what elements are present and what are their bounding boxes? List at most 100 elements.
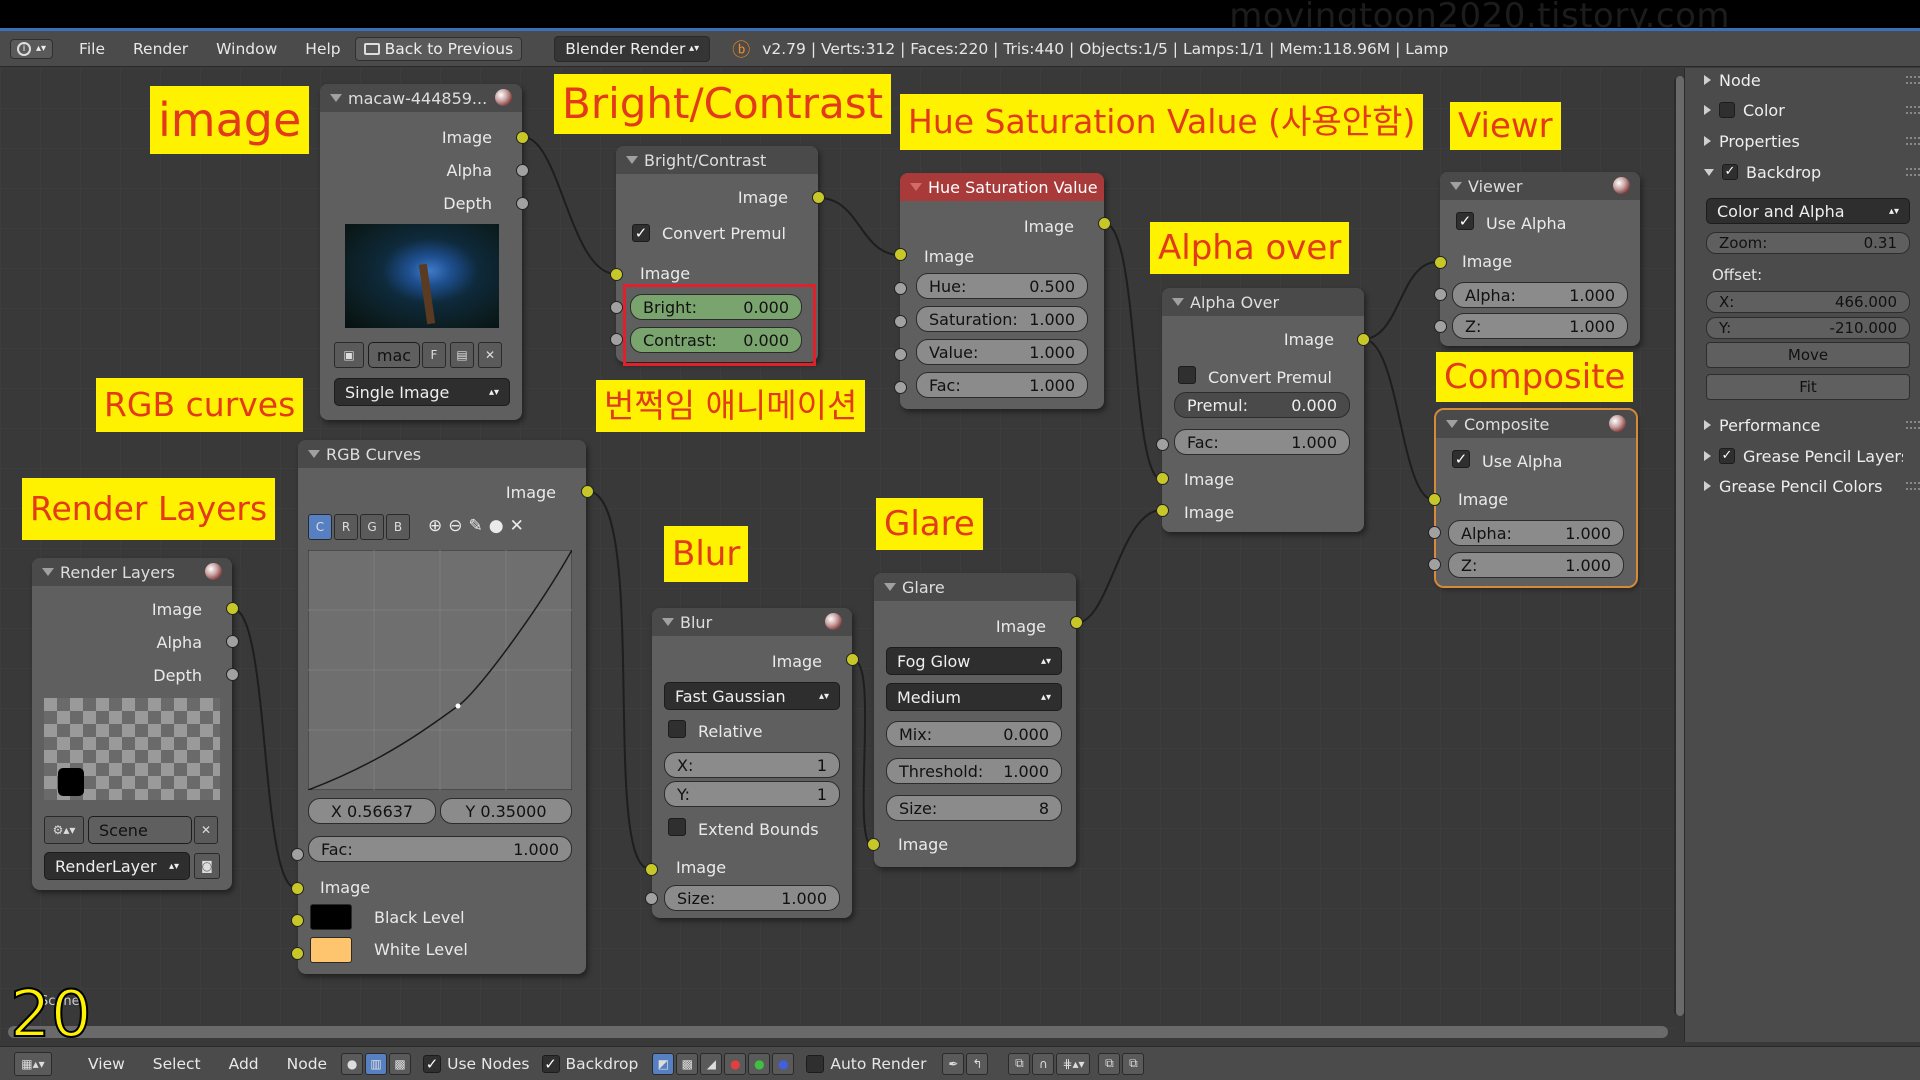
wrench-icon[interactable]: ✎ (469, 516, 483, 536)
copy-nodes-icon[interactable]: ⧉ (1098, 1052, 1121, 1075)
glare-mix-field[interactable]: Mix: 0.000 (886, 721, 1062, 747)
curves-output-socket[interactable] (581, 485, 594, 498)
glare-threshold-field[interactable]: Threshold: 1.000 (886, 758, 1062, 784)
drag-handle-icon[interactable] (1906, 482, 1920, 490)
menu-view[interactable]: View (74, 1055, 139, 1073)
alpha-over-header[interactable]: Alpha Over (1162, 288, 1364, 316)
ao-fac-field[interactable]: Fac: 1.000 (1174, 429, 1350, 455)
premul-field[interactable]: Premul: 0.000 (1174, 392, 1350, 418)
ao-fac-socket[interactable] (1156, 438, 1169, 451)
green-channel-icon[interactable]: ● (748, 1052, 771, 1075)
composite-node[interactable]: Composite ✓ Use Alpha Image Alpha: 1.000 … (1434, 408, 1638, 588)
bc-output-socket[interactable] (812, 191, 825, 204)
magnet-icon[interactable]: ∩ (1032, 1052, 1055, 1075)
preview-sphere-icon[interactable] (1609, 415, 1626, 432)
drag-handle-icon[interactable] (1906, 106, 1920, 114)
bc-convert-premul-checkbox[interactable]: ✓ (632, 224, 650, 242)
curves-black-socket[interactable] (291, 914, 304, 927)
backdrop-fit-button[interactable]: Fit (1706, 374, 1910, 400)
drag-handle-icon[interactable] (1906, 168, 1920, 176)
hsv-hue-socket[interactable] (894, 282, 907, 295)
blur-filter-select[interactable]: Fast Gaussian ▴▾ (664, 682, 840, 710)
menu-select[interactable]: Select (139, 1055, 215, 1073)
blur-size-socket[interactable] (645, 892, 658, 905)
composite-z-field[interactable]: Z: 1.000 (1448, 552, 1624, 578)
fake-user-button[interactable]: F (422, 342, 446, 368)
pin-icon[interactable]: ✒ (942, 1052, 965, 1075)
hsv-header[interactable]: Hue Saturation Value (900, 173, 1104, 201)
backdrop-color-alpha-icon[interactable]: ◩ (652, 1052, 675, 1075)
composite-header[interactable]: Composite (1436, 410, 1636, 438)
zoom-out-icon[interactable]: ⊖ (448, 516, 462, 536)
viewer-image-socket[interactable] (1434, 256, 1447, 269)
hsv-sat-socket[interactable] (894, 315, 907, 328)
image-node-header[interactable]: macaw-444859... (320, 84, 522, 112)
curves-fac-socket[interactable] (291, 848, 304, 861)
viewer-header[interactable]: Viewer (1440, 172, 1640, 200)
image-node[interactable]: macaw-444859... Image Alpha Depth ▣ mac … (320, 84, 522, 420)
viewer-node[interactable]: Viewer ✓ Use Alpha Image Alpha: 1.000 Z: 1… (1440, 172, 1640, 346)
preview-sphere-icon[interactable] (1613, 177, 1630, 194)
offset-x-field[interactable]: X: 466.000 (1706, 291, 1910, 313)
ao-image2-socket[interactable] (1156, 504, 1169, 517)
texture-tree-icon[interactable]: ▩ (389, 1052, 412, 1075)
paste-nodes-icon[interactable]: ⧉ (1122, 1052, 1145, 1075)
render-layer-select[interactable]: RenderLayer ▴▾ (44, 852, 190, 880)
curves-fac-field[interactable]: Fac: 1.000 (308, 836, 572, 862)
scene-unlink-icon[interactable]: ✕ (194, 816, 218, 844)
scene-field[interactable]: Scene (88, 816, 192, 844)
backdrop-move-button[interactable]: Move (1706, 342, 1910, 368)
channel-g-tab[interactable]: G (360, 514, 384, 540)
compositing-tree-icon[interactable]: ▥ (365, 1052, 388, 1075)
grease-pencil-checkbox[interactable]: ✓ (1719, 448, 1735, 464)
viewer-use-alpha-checkbox[interactable]: ✓ (1456, 212, 1474, 230)
snap-element-icon[interactable]: ⋕▴▾ (1056, 1052, 1091, 1075)
blur-output-socket[interactable] (846, 653, 859, 666)
auto-render-checkbox[interactable] (806, 1054, 825, 1073)
glare-output-socket[interactable] (1070, 616, 1083, 629)
blur-x-field[interactable]: X: 1 (664, 752, 840, 778)
glare-node[interactable]: Glare Image Fog Glow ▴▾ Medium ▴▾ Mix: 0.00… (874, 573, 1076, 867)
panel-performance[interactable]: Performance (1700, 411, 1920, 439)
render-layers-node[interactable]: Render Layers Image Alpha Depth ⚙▴▾ Scen… (32, 558, 232, 890)
render-layers-header[interactable]: Render Layers (32, 558, 232, 586)
point-icon[interactable]: ● (489, 516, 504, 536)
menu-add[interactable]: Add (215, 1055, 273, 1073)
backdrop-checker-icon[interactable]: ▩ (676, 1052, 699, 1075)
open-folder-icon[interactable]: ▤ (450, 342, 474, 368)
rl-alpha-socket[interactable] (226, 635, 239, 648)
zoom-in-icon[interactable]: ⊕ (428, 516, 442, 536)
rgb-curves-header[interactable]: RGB Curves (298, 440, 586, 468)
snap-icon[interactable]: ⧉ (1008, 1052, 1031, 1075)
alpha-over-node[interactable]: Alpha Over Image Convert Premul Premul: 0… (1162, 288, 1364, 532)
panel-grease-pencil-colors[interactable]: Grease Pencil Colors (1700, 472, 1920, 500)
panel-backdrop[interactable]: ✓ Backdrop (1700, 158, 1920, 186)
panel-node[interactable]: Node (1700, 66, 1920, 94)
bc-contrast-socket[interactable] (610, 333, 623, 346)
black-level-swatch[interactable] (310, 904, 352, 930)
offset-y-field[interactable]: Y: -210.000 (1706, 317, 1910, 339)
blur-size-field[interactable]: Size: 1.000 (664, 885, 840, 911)
drag-handle-icon[interactable] (1906, 76, 1920, 84)
vertical-scrollbar-thumb[interactable] (1676, 76, 1684, 1016)
close-icon[interactable]: ✕ (510, 516, 524, 536)
shader-tree-icon[interactable]: ● (341, 1052, 364, 1075)
composite-image-socket[interactable] (1428, 493, 1441, 506)
composite-alpha-socket[interactable] (1428, 526, 1441, 539)
viewer-alpha-field[interactable]: Alpha: 1.000 (1452, 282, 1628, 308)
image-source-select[interactable]: Single Image ▴▾ (334, 378, 510, 406)
backdrop-zoom-field[interactable]: Zoom: 0.31 (1706, 232, 1910, 254)
viewer-z-socket[interactable] (1434, 320, 1447, 333)
hsv-image-input-socket[interactable] (894, 248, 907, 261)
backdrop-toggle-checkbox[interactable]: ✓ (541, 1054, 560, 1073)
saturation-field[interactable]: Saturation: 1.000 (916, 306, 1088, 332)
extend-bounds-checkbox[interactable] (668, 818, 686, 836)
bc-bright-socket[interactable] (610, 301, 623, 314)
glare-type-select[interactable]: Fog Glow ▴▾ (886, 647, 1062, 675)
ao-convert-premul-checkbox[interactable] (1178, 366, 1196, 384)
glare-image-socket[interactable] (867, 838, 880, 851)
preview-sphere-icon[interactable] (495, 89, 512, 106)
curve-y-field[interactable]: Y 0.35000 (440, 798, 572, 824)
rl-image-socket[interactable] (226, 602, 239, 615)
image-browse-icon[interactable]: ▣ (334, 342, 364, 368)
